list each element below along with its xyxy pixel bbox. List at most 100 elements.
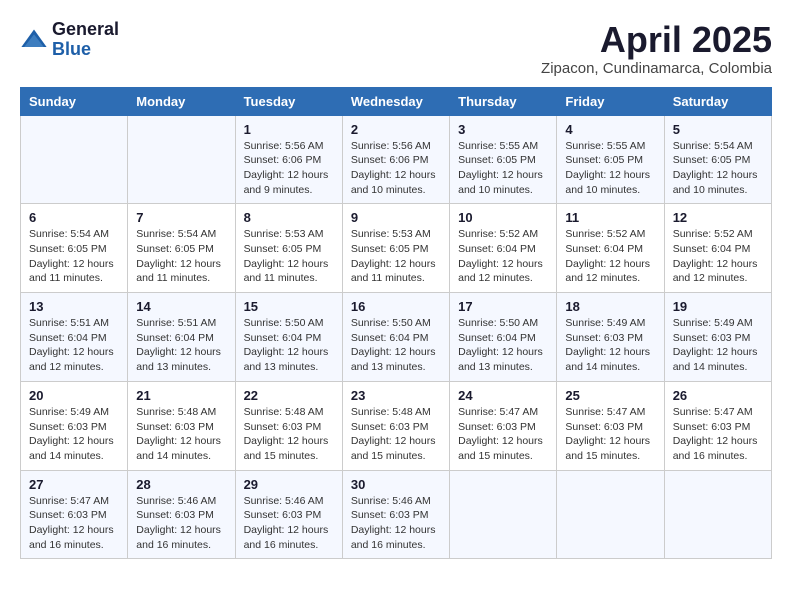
day-cell: 14 Sunrise: 5:51 AM Sunset: 6:04 PM Dayli…	[128, 293, 235, 382]
day-number: 14	[136, 299, 226, 314]
day-info: Sunrise: 5:52 AM Sunset: 6:04 PM Dayligh…	[565, 227, 655, 286]
day-info: Sunrise: 5:48 AM Sunset: 6:03 PM Dayligh…	[244, 405, 334, 464]
day-cell: 23Sunrise: 5:48 AM Sunset: 6:03 PM Dayli…	[342, 381, 449, 470]
day-info: Sunrise: 5:49 AM Sunset: 6:03 PM Dayligh…	[673, 316, 763, 375]
day-info: Sunrise: 5:55 AM Sunset: 6:05 PM Dayligh…	[458, 139, 548, 198]
day-number: 4	[565, 122, 655, 137]
day-number: 18	[565, 299, 655, 314]
day-number: 13	[29, 299, 119, 314]
calendar-table: SundayMondayTuesdayWednesdayThursdayFrid…	[20, 87, 772, 560]
day-cell	[450, 470, 557, 559]
day-number: 21	[136, 388, 226, 403]
day-number: 27	[29, 477, 119, 492]
day-number: 24	[458, 388, 548, 403]
day-number: 28	[136, 477, 226, 492]
day-cell: 13 Sunrise: 5:51 AM Sunset: 6:04 PM Dayli…	[21, 293, 128, 382]
day-info: Sunrise: 5:52 AM Sunset: 6:04 PM Dayligh…	[673, 227, 763, 286]
day-number: 6	[29, 210, 119, 225]
week-row-2: 6Sunrise: 5:54 AM Sunset: 6:05 PM Daylig…	[21, 204, 772, 293]
weekday-header-tuesday: Tuesday	[235, 87, 342, 115]
day-number: 2	[351, 122, 441, 137]
title-block: April 2025 Zipacon, Cundinamarca, Colomb…	[541, 20, 772, 77]
weekday-header-friday: Friday	[557, 87, 664, 115]
day-cell: 3 Sunrise: 5:55 AM Sunset: 6:05 PM Daylig…	[450, 115, 557, 204]
day-cell: 1 Sunrise: 5:56 AM Sunset: 6:06 PM Daylig…	[235, 115, 342, 204]
day-number: 17	[458, 299, 548, 314]
week-row-3: 13 Sunrise: 5:51 AM Sunset: 6:04 PM Dayli…	[21, 293, 772, 382]
day-cell: 19 Sunrise: 5:49 AM Sunset: 6:03 PM Dayli…	[664, 293, 771, 382]
day-cell: 12 Sunrise: 5:52 AM Sunset: 6:04 PM Dayli…	[664, 204, 771, 293]
day-cell: 9 Sunrise: 5:53 AM Sunset: 6:05 PM Daylig…	[342, 204, 449, 293]
day-info: Sunrise: 5:53 AM Sunset: 6:05 PM Dayligh…	[351, 227, 441, 286]
day-info: Sunrise: 5:52 AM Sunset: 6:04 PM Dayligh…	[458, 227, 548, 286]
day-info: Sunrise: 5:47 AM Sunset: 6:03 PM Dayligh…	[673, 405, 763, 464]
day-cell: 27 Sunrise: 5:47 AM Sunset: 6:03 PM Dayli…	[21, 470, 128, 559]
day-info: Sunrise: 5:50 AM Sunset: 6:04 PM Dayligh…	[244, 316, 334, 375]
day-cell: 8Sunrise: 5:53 AM Sunset: 6:05 PM Daylig…	[235, 204, 342, 293]
day-number: 15	[244, 299, 334, 314]
day-cell: 25Sunrise: 5:47 AM Sunset: 6:03 PM Dayli…	[557, 381, 664, 470]
day-info: Sunrise: 5:50 AM Sunset: 6:04 PM Dayligh…	[351, 316, 441, 375]
weekday-header-saturday: Saturday	[664, 87, 771, 115]
day-info: Sunrise: 5:55 AM Sunset: 6:05 PM Dayligh…	[565, 139, 655, 198]
logo-icon	[20, 26, 48, 54]
day-cell: 11 Sunrise: 5:52 AM Sunset: 6:04 PM Dayli…	[557, 204, 664, 293]
day-cell	[128, 115, 235, 204]
day-cell: 29 Sunrise: 5:46 AM Sunset: 6:03 PM Dayli…	[235, 470, 342, 559]
weekday-header-thursday: Thursday	[450, 87, 557, 115]
day-info: Sunrise: 5:46 AM Sunset: 6:03 PM Dayligh…	[244, 494, 334, 553]
day-cell: 16 Sunrise: 5:50 AM Sunset: 6:04 PM Dayli…	[342, 293, 449, 382]
day-number: 29	[244, 477, 334, 492]
day-info: Sunrise: 5:51 AM Sunset: 6:04 PM Dayligh…	[136, 316, 226, 375]
day-info: Sunrise: 5:56 AM Sunset: 6:06 PM Dayligh…	[244, 139, 334, 198]
day-info: Sunrise: 5:54 AM Sunset: 6:05 PM Dayligh…	[673, 139, 763, 198]
day-number: 7	[136, 210, 226, 225]
day-number: 16	[351, 299, 441, 314]
day-cell: 20Sunrise: 5:49 AM Sunset: 6:03 PM Dayli…	[21, 381, 128, 470]
day-number: 23	[351, 388, 441, 403]
day-info: Sunrise: 5:46 AM Sunset: 6:03 PM Dayligh…	[351, 494, 441, 553]
day-info: Sunrise: 5:46 AM Sunset: 6:03 PM Dayligh…	[136, 494, 226, 553]
day-info: Sunrise: 5:47 AM Sunset: 6:03 PM Dayligh…	[458, 405, 548, 464]
day-number: 30	[351, 477, 441, 492]
day-cell: 26 Sunrise: 5:47 AM Sunset: 6:03 PM Dayli…	[664, 381, 771, 470]
day-cell: 17 Sunrise: 5:50 AM Sunset: 6:04 PM Dayli…	[450, 293, 557, 382]
day-cell: 7Sunrise: 5:54 AM Sunset: 6:05 PM Daylig…	[128, 204, 235, 293]
day-info: Sunrise: 5:47 AM Sunset: 6:03 PM Dayligh…	[565, 405, 655, 464]
day-cell: 5 Sunrise: 5:54 AM Sunset: 6:05 PM Daylig…	[664, 115, 771, 204]
day-cell: 15 Sunrise: 5:50 AM Sunset: 6:04 PM Dayli…	[235, 293, 342, 382]
day-cell: 30 Sunrise: 5:46 AM Sunset: 6:03 PM Dayli…	[342, 470, 449, 559]
day-number: 3	[458, 122, 548, 137]
day-number: 12	[673, 210, 763, 225]
weekday-header-wednesday: Wednesday	[342, 87, 449, 115]
weekday-header-sunday: Sunday	[21, 87, 128, 115]
day-info: Sunrise: 5:50 AM Sunset: 6:04 PM Dayligh…	[458, 316, 548, 375]
day-cell: 6Sunrise: 5:54 AM Sunset: 6:05 PM Daylig…	[21, 204, 128, 293]
day-cell: 18 Sunrise: 5:49 AM Sunset: 6:03 PM Dayli…	[557, 293, 664, 382]
day-number: 9	[351, 210, 441, 225]
day-cell	[557, 470, 664, 559]
day-number: 1	[244, 122, 334, 137]
day-number: 26	[673, 388, 763, 403]
day-info: Sunrise: 5:49 AM Sunset: 6:03 PM Dayligh…	[565, 316, 655, 375]
day-info: Sunrise: 5:48 AM Sunset: 6:03 PM Dayligh…	[136, 405, 226, 464]
location: Zipacon, Cundinamarca, Colombia	[541, 60, 772, 77]
day-number: 10	[458, 210, 548, 225]
day-number: 8	[244, 210, 334, 225]
logo-general: General	[52, 20, 119, 40]
day-cell	[21, 115, 128, 204]
day-number: 19	[673, 299, 763, 314]
day-info: Sunrise: 5:51 AM Sunset: 6:04 PM Dayligh…	[29, 316, 119, 375]
week-row-1: 1 Sunrise: 5:56 AM Sunset: 6:06 PM Daylig…	[21, 115, 772, 204]
day-cell: 24 Sunrise: 5:47 AM Sunset: 6:03 PM Dayli…	[450, 381, 557, 470]
day-number: 5	[673, 122, 763, 137]
day-number: 11	[565, 210, 655, 225]
page-header: General Blue April 2025 Zipacon, Cundina…	[20, 20, 772, 77]
logo: General Blue	[20, 20, 119, 60]
week-row-4: 20Sunrise: 5:49 AM Sunset: 6:03 PM Dayli…	[21, 381, 772, 470]
day-number: 20	[29, 388, 119, 403]
day-cell	[664, 470, 771, 559]
day-cell: 2Sunrise: 5:56 AM Sunset: 6:06 PM Daylig…	[342, 115, 449, 204]
day-info: Sunrise: 5:47 AM Sunset: 6:03 PM Dayligh…	[29, 494, 119, 553]
day-cell: 21 Sunrise: 5:48 AM Sunset: 6:03 PM Dayli…	[128, 381, 235, 470]
